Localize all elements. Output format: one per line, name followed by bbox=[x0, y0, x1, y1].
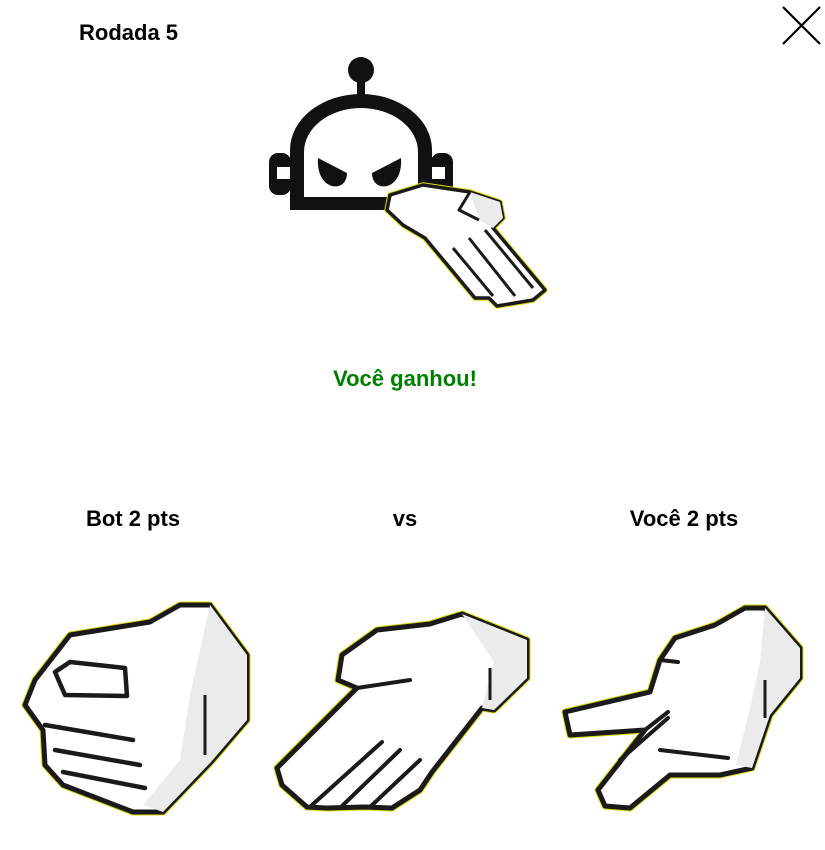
player-score: Você 2 pts bbox=[629, 506, 739, 531]
paper-hand-icon bbox=[273, 610, 531, 812]
round-result: Você ganhou! bbox=[333, 366, 477, 391]
paper-choice-button[interactable] bbox=[272, 600, 532, 820]
close-icon bbox=[782, 6, 821, 45]
bot-score: Bot 2 pts bbox=[85, 506, 181, 531]
rock-hand-icon bbox=[21, 601, 251, 816]
paper-hand-icon bbox=[384, 182, 548, 309]
versus-label: vs bbox=[392, 506, 418, 531]
scissors-choice-button[interactable] bbox=[560, 600, 820, 820]
round-label: Rodada 5 bbox=[79, 20, 179, 45]
close-button[interactable] bbox=[778, 2, 824, 48]
scissors-hand-icon bbox=[561, 604, 804, 812]
rock-choice-button[interactable] bbox=[15, 600, 275, 820]
bot-move-display bbox=[260, 45, 560, 320]
